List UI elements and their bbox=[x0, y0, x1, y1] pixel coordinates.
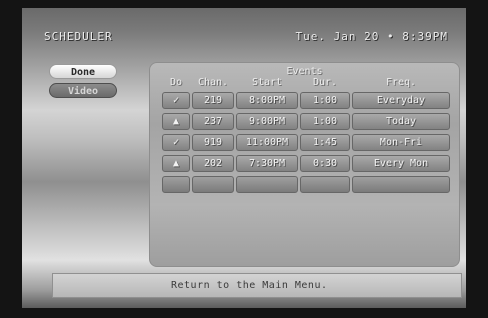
column-header-frequency: Freq. bbox=[385, 77, 417, 88]
tv-screen: SCHEDULER Tue. Jan 20 • 8:39PM Done Vide… bbox=[22, 8, 466, 308]
status-bar: Return to the Main Menu. bbox=[52, 273, 462, 298]
column-header-do: Do bbox=[169, 77, 183, 88]
event-row[interactable]: ▲ 237 9:00PM 1:00 Today bbox=[150, 113, 459, 130]
record-icon[interactable]: ▲ bbox=[162, 155, 190, 172]
datetime-display: Tue. Jan 20 • 8:39PM bbox=[295, 30, 448, 43]
column-header-channel: Chan. bbox=[197, 77, 229, 88]
event-start-time: 8:00PM bbox=[236, 92, 298, 109]
done-button[interactable]: Done bbox=[49, 64, 117, 79]
event-start-time: 7:30PM bbox=[236, 155, 298, 172]
events-panel: Events Do Chan. Start Dur. Freq. ✓ 219 8… bbox=[149, 62, 460, 267]
video-button[interactable]: Video bbox=[49, 83, 117, 98]
event-frequency: Every Mon bbox=[352, 155, 450, 172]
event-duration: 1:00 bbox=[300, 92, 350, 109]
app-title: SCHEDULER bbox=[44, 30, 113, 43]
event-row[interactable]: ▲ 202 7:30PM 0:30 Every Mon bbox=[150, 155, 459, 172]
empty-cell bbox=[192, 176, 234, 193]
event-duration: 1:00 bbox=[300, 113, 350, 130]
record-icon[interactable]: ▲ bbox=[162, 113, 190, 130]
event-start-time: 9:00PM bbox=[236, 113, 298, 130]
column-header-duration: Dur. bbox=[312, 77, 338, 88]
event-channel: 237 bbox=[192, 113, 234, 130]
event-channel: 202 bbox=[192, 155, 234, 172]
event-frequency: Today bbox=[352, 113, 450, 130]
event-start-time: 11:00PM bbox=[236, 134, 298, 151]
column-header-start: Start bbox=[251, 77, 283, 88]
empty-cell bbox=[300, 176, 350, 193]
check-icon[interactable]: ✓ bbox=[162, 134, 190, 151]
empty-event-row[interactable] bbox=[150, 176, 459, 193]
empty-cell bbox=[236, 176, 298, 193]
event-channel: 919 bbox=[192, 134, 234, 151]
event-frequency: Mon-Fri bbox=[352, 134, 450, 151]
empty-cell[interactable] bbox=[162, 176, 190, 193]
event-duration: 1:45 bbox=[300, 134, 350, 151]
event-row[interactable]: ✓ 919 11:00PM 1:45 Mon-Fri bbox=[150, 134, 459, 151]
event-row[interactable]: ✓ 219 8:00PM 1:00 Everyday bbox=[150, 92, 459, 109]
event-duration: 0:30 bbox=[300, 155, 350, 172]
empty-cell bbox=[352, 176, 450, 193]
event-frequency: Everyday bbox=[352, 92, 450, 109]
events-title: Events bbox=[286, 66, 323, 77]
check-icon[interactable]: ✓ bbox=[162, 92, 190, 109]
event-channel: 219 bbox=[192, 92, 234, 109]
